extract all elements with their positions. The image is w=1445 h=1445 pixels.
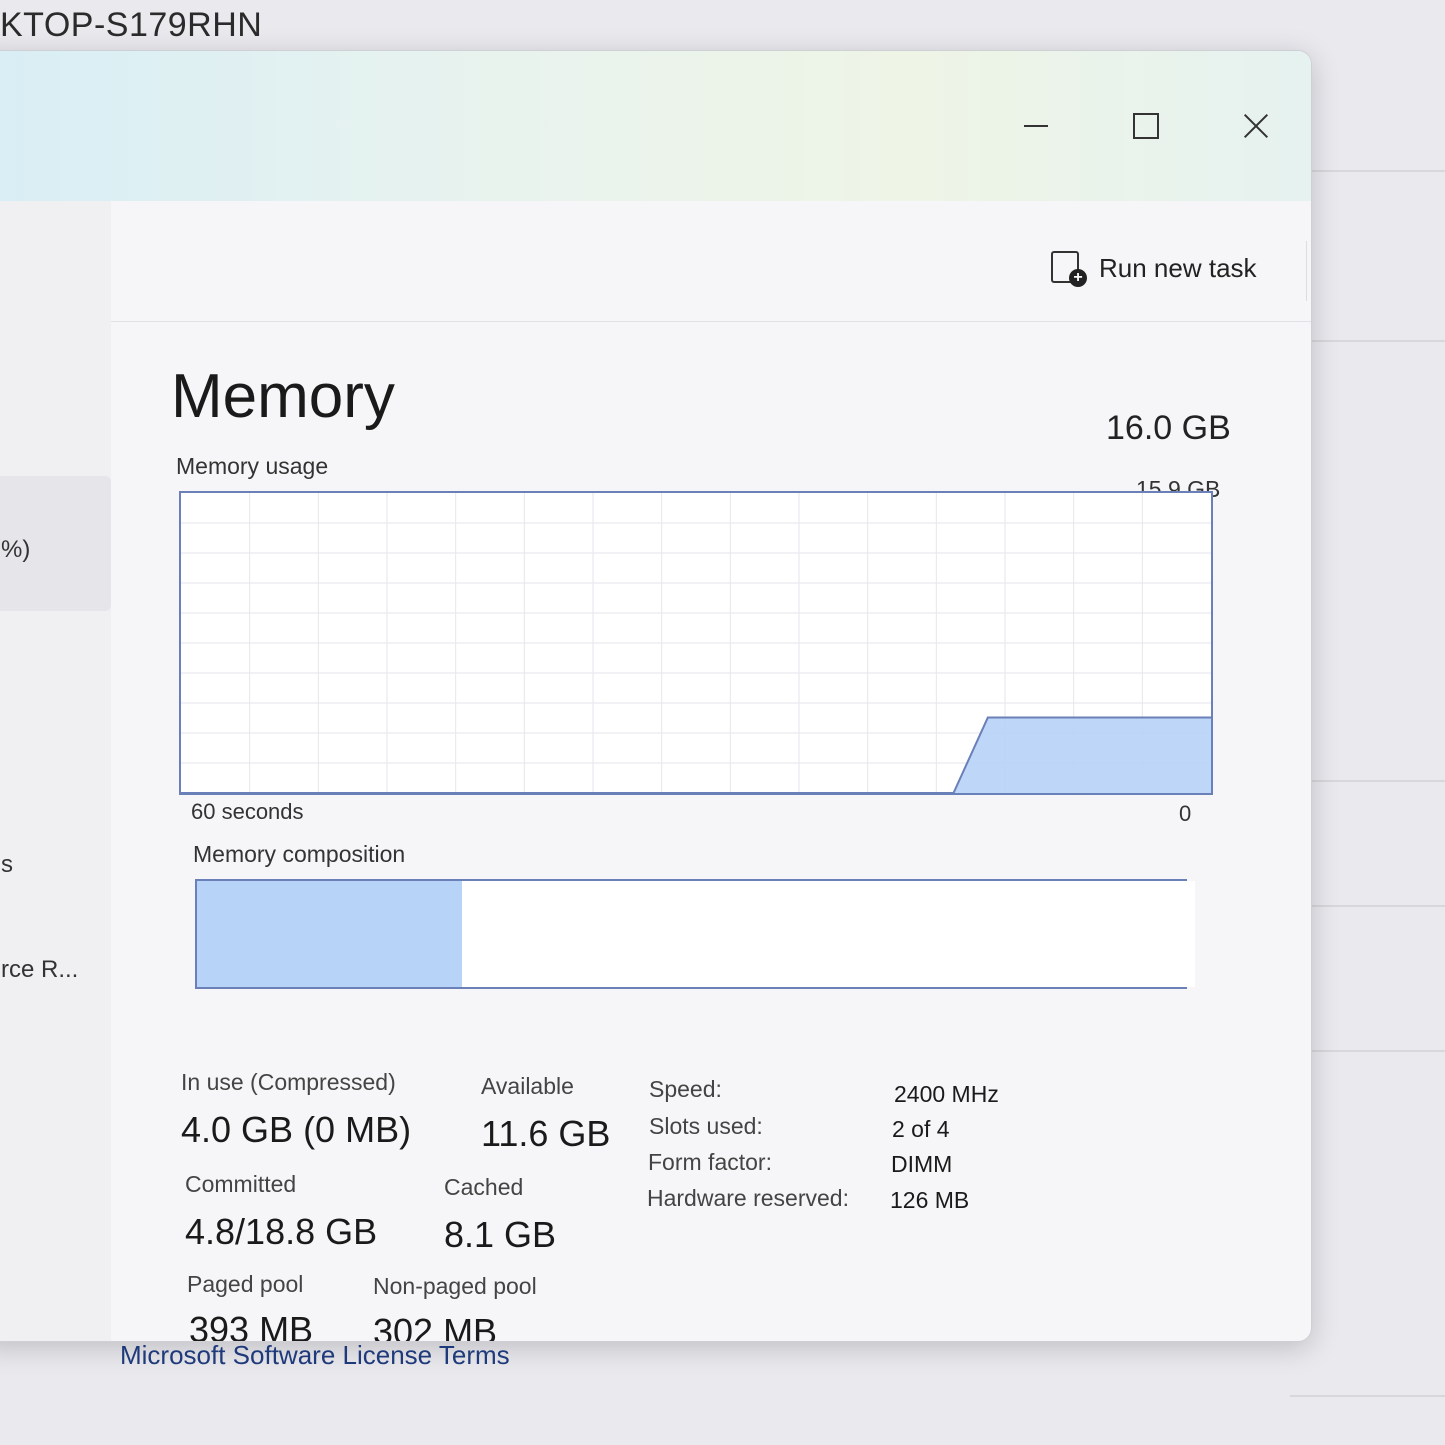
speed-value: 2400 MHz (894, 1081, 999, 1107)
performance-sidebar: %) s rce R... (0, 201, 111, 1341)
memory-usage-area (181, 717, 1211, 793)
total-memory: 16.0 GB (1106, 409, 1231, 447)
committed-label: Committed (185, 1171, 297, 1197)
non-paged-pool-value: 302 MB (373, 1311, 498, 1342)
hardware-reserved-label: Hardware reserved: (647, 1185, 849, 1211)
run-task-icon: + (1051, 251, 1087, 287)
memory-usage-chart (181, 493, 1211, 794)
memory-usage-label: Memory usage (176, 453, 329, 479)
sidebar-item-disk[interactable]: s (1, 851, 13, 879)
maximize-button[interactable] (1111, 96, 1181, 156)
time-axis-end: 0 (1179, 801, 1192, 826)
paged-pool-label: Paged pool (187, 1271, 304, 1297)
license-terms-link[interactable]: Microsoft Software License Terms (120, 1340, 510, 1371)
time-axis-start: 60 seconds (191, 799, 304, 824)
committed-value: 4.8/18.8 GB (185, 1211, 378, 1252)
command-bar-divider (1306, 241, 1307, 301)
paged-pool-value: 393 MB (189, 1309, 314, 1342)
task-manager-window: %) s rce R... + Run new task ••• Memory … (0, 50, 1312, 1342)
minimize-button[interactable] (1001, 96, 1071, 156)
available-value: 11.6 GB (481, 1113, 611, 1154)
composition-segment-in-use[interactable] (197, 881, 448, 987)
non-paged-pool-label: Non-paged pool (373, 1273, 537, 1299)
memory-composition-bar (195, 879, 1195, 989)
sidebar-item-memory-percent[interactable]: %) (1, 536, 30, 564)
background-divider-lines (1290, 160, 1445, 1397)
minimize-icon (1024, 125, 1048, 127)
hardware-reserved-value: 126 MB (890, 1187, 970, 1213)
form-factor-value: DIMM (891, 1151, 953, 1177)
close-button[interactable] (1221, 96, 1291, 156)
memory-composition-label: Memory composition (193, 841, 406, 867)
command-bar: + Run new task ••• (111, 201, 1311, 322)
maximize-icon (1133, 113, 1159, 139)
cached-value: 8.1 GB (444, 1214, 557, 1255)
page-title: Memory (171, 362, 395, 431)
sidebar-item-gpu[interactable]: rce R... (1, 956, 78, 984)
memory-usage-graph (179, 491, 1213, 795)
background-window-title: KTOP-S179RHN (0, 6, 263, 44)
composition-segment-standby[interactable] (461, 881, 967, 987)
slots-used-label: Slots used: (649, 1113, 763, 1139)
slots-used-value: 2 of 4 (892, 1116, 950, 1142)
speed-label: Speed: (649, 1076, 722, 1102)
cached-label: Cached (444, 1174, 524, 1200)
memory-panel: Memory 16.0 GB Memory usage 15.9 GB 60 s… (111, 321, 1311, 1341)
run-new-task-label: Run new task (1099, 252, 1257, 283)
in-use-value: 4.0 GB (0 MB) (181, 1109, 412, 1150)
in-use-label: In use (Compressed) (181, 1069, 396, 1095)
composition-segment-free[interactable] (964, 881, 1195, 987)
form-factor-label: Form factor: (648, 1149, 772, 1175)
close-icon (1242, 112, 1270, 140)
title-bar[interactable] (0, 51, 1311, 201)
run-new-task-button[interactable]: + Run new task (1051, 251, 1257, 287)
available-label: Available (481, 1073, 574, 1099)
